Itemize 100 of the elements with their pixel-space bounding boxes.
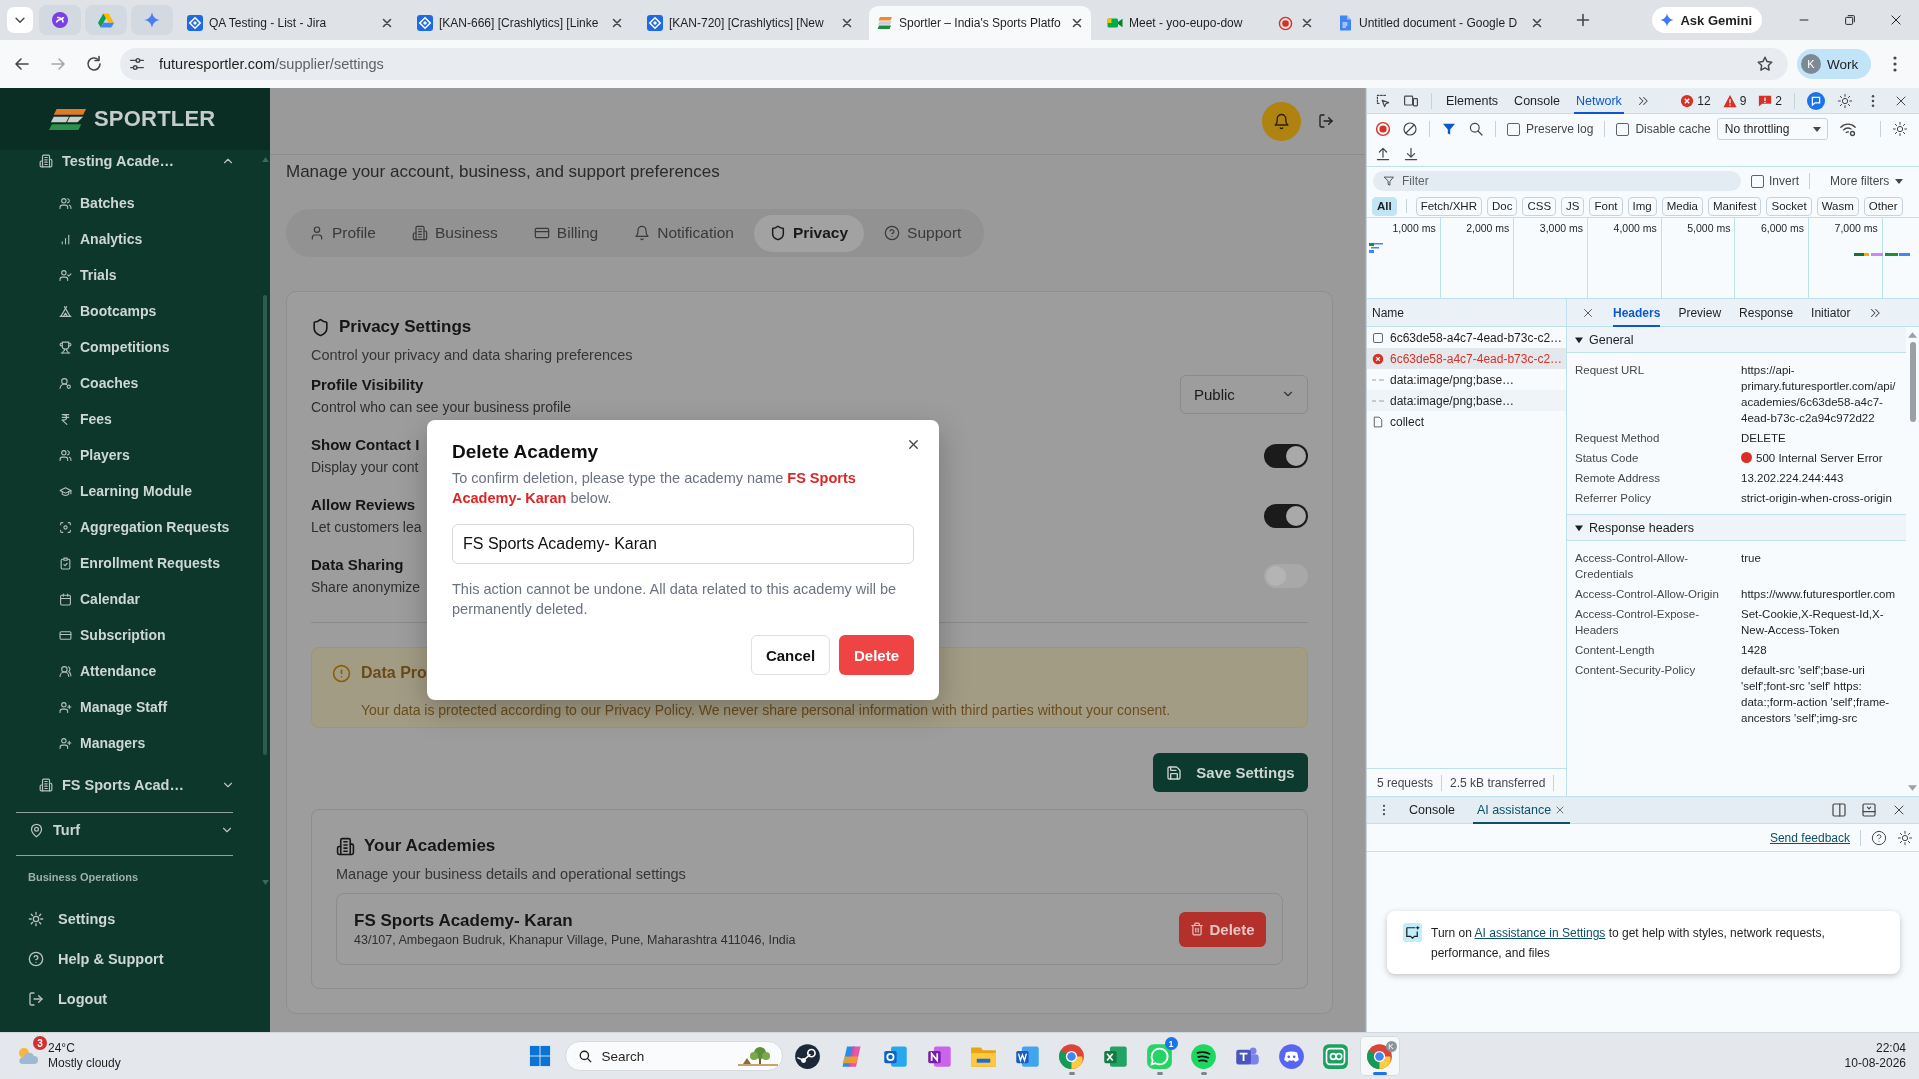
type-filter-chip[interactable]: Socket bbox=[1766, 196, 1812, 216]
send-feedback-link[interactable]: Send feedback bbox=[1769, 830, 1850, 845]
type-filter-chip[interactable]: JS bbox=[1561, 196, 1585, 216]
settings-tab[interactable]: Billing bbox=[517, 214, 615, 252]
start-icon[interactable] bbox=[528, 1045, 551, 1067]
sidebar-item[interactable]: Manage Staff bbox=[59, 689, 168, 725]
sidebar-item[interactable]: Fees bbox=[59, 401, 112, 437]
throttling-select[interactable]: No throttling bbox=[1716, 118, 1828, 140]
sidebar-item[interactable]: Trials bbox=[59, 257, 117, 293]
settings-tab[interactable]: Support bbox=[868, 214, 978, 252]
settings-tab[interactable]: Privacy bbox=[753, 214, 865, 252]
clear-icon[interactable] bbox=[1402, 121, 1418, 137]
sidebar-item[interactable]: Bootcamps bbox=[59, 293, 157, 329]
sidebar-item[interactable]: Coaches bbox=[59, 365, 139, 401]
pinned-tab[interactable] bbox=[39, 5, 81, 35]
taskbar-button[interactable]: 1 bbox=[1139, 1036, 1180, 1076]
browser-tab[interactable]: Untitled document - Google D bbox=[1329, 6, 1551, 40]
devtools-tab[interactable]: Console bbox=[1512, 87, 1562, 114]
settings-icon[interactable] bbox=[1897, 829, 1913, 846]
reload-icon[interactable] bbox=[84, 54, 104, 74]
type-filter-chip[interactable]: Font bbox=[1589, 196, 1623, 216]
type-filter-chip[interactable]: All bbox=[1372, 196, 1397, 216]
column-header[interactable]: Name bbox=[1372, 305, 1404, 320]
pinned-tab[interactable] bbox=[131, 5, 173, 35]
settings-tab[interactable]: Business bbox=[395, 214, 514, 252]
settings-icon[interactable] bbox=[1837, 92, 1853, 109]
visibility-select[interactable]: Public bbox=[1180, 374, 1308, 414]
filter-input[interactable]: Filter bbox=[1373, 171, 1741, 191]
browser-tab[interactable]: Sportler – India's Sports Platfo bbox=[869, 6, 1091, 40]
upload-icon[interactable] bbox=[1375, 146, 1391, 162]
notification-button[interactable] bbox=[1262, 101, 1301, 141]
close-icon[interactable] bbox=[906, 437, 921, 452]
type-filter-chip[interactable]: Fetch/XHR bbox=[1415, 196, 1482, 216]
request-row[interactable]: data:image/png;base… bbox=[1367, 390, 1566, 411]
dock-side-icon[interactable] bbox=[1831, 802, 1847, 818]
devtools-tab[interactable]: Network bbox=[1574, 87, 1624, 114]
checkbox[interactable] bbox=[1751, 174, 1764, 188]
address-bar[interactable]: futuresportler.com/supplier/settings bbox=[120, 48, 1788, 80]
settings-link[interactable]: AI assistance in Settings bbox=[1474, 926, 1606, 940]
type-filter-chip[interactable]: CSS bbox=[1522, 196, 1557, 216]
help-icon[interactable] bbox=[1871, 829, 1887, 846]
dock-bottom-icon[interactable] bbox=[1861, 802, 1877, 818]
pinned-tab[interactable] bbox=[85, 5, 127, 35]
sidebar-item[interactable]: Aggregation Requests bbox=[59, 509, 230, 545]
cancel-button[interactable]: Cancel bbox=[751, 635, 830, 675]
scrollbar-thumb[interactable] bbox=[1909, 342, 1916, 422]
ask-gemini-button[interactable]: Ask Gemini bbox=[1652, 7, 1762, 33]
section-header[interactable]: Response headers bbox=[1567, 514, 1906, 541]
sidebar-item[interactable]: Managers bbox=[59, 725, 146, 761]
scrollbar-thumb[interactable] bbox=[263, 295, 267, 755]
detail-tab[interactable]: Preview bbox=[1678, 298, 1722, 327]
type-filter-chip[interactable]: Manifest bbox=[1708, 196, 1762, 216]
delete-button[interactable]: Delete bbox=[1179, 911, 1266, 947]
chat-bubble-icon[interactable] bbox=[1807, 91, 1825, 110]
issue-counter[interactable]: 12 bbox=[1680, 93, 1711, 108]
sidebar-item[interactable]: Calendar bbox=[59, 581, 140, 617]
toggle-switch[interactable] bbox=[1264, 504, 1308, 528]
detail-tab[interactable]: Response bbox=[1739, 298, 1794, 327]
sidebar-group[interactable]: Testing Acade… bbox=[39, 150, 235, 172]
toggle-switch[interactable] bbox=[1264, 444, 1308, 468]
type-filter-chip[interactable]: Wasm bbox=[1816, 196, 1859, 216]
profile-button[interactable]: K Work bbox=[1797, 49, 1871, 79]
browser-tab[interactable]: [KAN-666] [Crashlytics] [Linke bbox=[409, 6, 631, 40]
checkbox[interactable] bbox=[1507, 122, 1520, 136]
taskbar-search-field[interactable]: Search bbox=[564, 1041, 783, 1071]
sidebar-item[interactable]: Settings bbox=[28, 899, 116, 939]
sidebar-item[interactable]: Logout bbox=[28, 979, 108, 1019]
academy-name-input[interactable]: FS Sports Academy- Karan bbox=[452, 524, 914, 564]
plus-icon[interactable] bbox=[1575, 12, 1591, 28]
sidebar-item[interactable]: Subscription bbox=[59, 617, 166, 653]
settings-tab[interactable]: Notification bbox=[618, 214, 750, 252]
type-filter-chip[interactable]: Doc bbox=[1486, 196, 1518, 216]
drawer-tab[interactable]: Console bbox=[1405, 796, 1459, 824]
browser-tab[interactable]: Meet - yoo-eupo-dow bbox=[1099, 6, 1321, 40]
settings-tab[interactable]: Profile bbox=[293, 214, 392, 252]
sidebar-item[interactable]: Players bbox=[59, 437, 130, 473]
sidebar-item[interactable]: Batches bbox=[59, 185, 135, 221]
tab-search-button[interactable] bbox=[7, 7, 33, 33]
delete-button[interactable]: Delete bbox=[839, 635, 914, 675]
sidebar-item[interactable]: Help & Support bbox=[28, 939, 164, 979]
tune-icon[interactable] bbox=[128, 55, 146, 73]
bookmark-star-icon[interactable] bbox=[1756, 55, 1774, 73]
browser-tab[interactable]: QA Testing - List - Jira bbox=[179, 6, 401, 40]
type-filter-chip[interactable]: Img bbox=[1627, 196, 1657, 216]
sidebar-item[interactable]: Attendance bbox=[59, 653, 157, 689]
issue-counter[interactable]: 2 bbox=[1758, 93, 1782, 108]
sidebar-item[interactable]: Learning Module bbox=[59, 473, 192, 509]
filter-icon[interactable] bbox=[1441, 121, 1457, 137]
issue-counter[interactable]: 9 bbox=[1722, 93, 1747, 108]
wifi-settings-icon[interactable] bbox=[1838, 120, 1857, 138]
sidebar-item[interactable]: Enrollment Requests bbox=[59, 545, 221, 581]
detail-tab[interactable]: Initiator bbox=[1811, 298, 1851, 327]
sidebar-item[interactable]: Competitions bbox=[59, 329, 170, 365]
devtools-tab[interactable]: Elements bbox=[1444, 87, 1501, 114]
checkbox[interactable] bbox=[1616, 122, 1630, 136]
sidebar-group[interactable]: Turf bbox=[29, 819, 234, 841]
search-icon[interactable] bbox=[1468, 121, 1484, 137]
drawer-tab[interactable]: AI assistance bbox=[1472, 796, 1571, 824]
record-icon[interactable] bbox=[1375, 121, 1391, 137]
save-settings-button[interactable]: Save Settings bbox=[1153, 753, 1308, 792]
